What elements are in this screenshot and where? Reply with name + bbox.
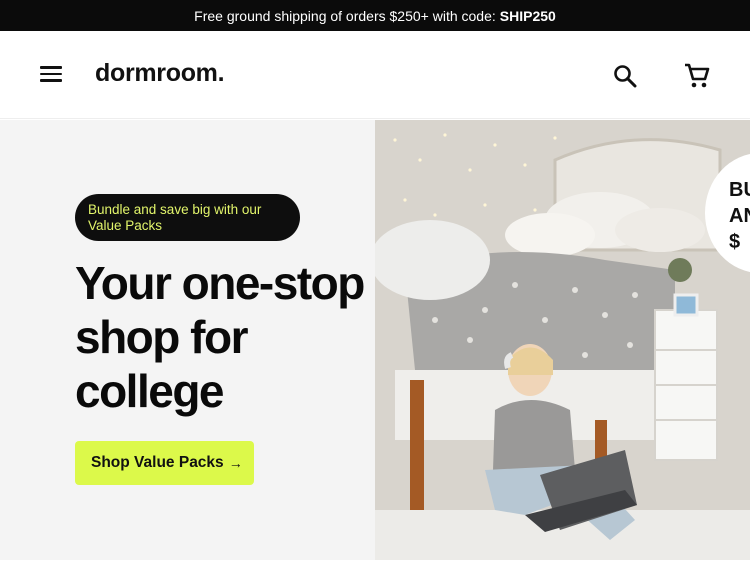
promo-text: Free ground shipping of orders $250+ wit… xyxy=(194,7,496,24)
value-pack-badge: Bundle and save big with our Value Packs xyxy=(75,194,300,241)
cta-label: Shop Value Packs xyxy=(91,454,224,471)
dorm-room-illustration xyxy=(375,120,750,560)
hero-text-panel: Bundle and save big with our Value Packs… xyxy=(0,120,375,560)
shopping-cart-icon[interactable] xyxy=(683,62,711,90)
dorm-room-photo: BU ANI $ xyxy=(375,120,750,560)
sticker-line: ANI xyxy=(729,205,750,227)
promo-code: SHIP250 xyxy=(499,7,556,24)
hero-section: Bundle and save big with our Value Packs… xyxy=(0,120,750,560)
search-icon[interactable] xyxy=(612,63,638,89)
sticker-line: BU xyxy=(729,179,750,201)
site-logo[interactable]: dormroom. xyxy=(95,59,225,88)
sticker-line: $ xyxy=(729,231,741,253)
arrow-right-icon: → xyxy=(228,455,243,471)
promo-bar: Free ground shipping of orders $250+ wit… xyxy=(0,0,750,31)
shop-value-packs-button[interactable]: Shop Value Packs → xyxy=(75,441,254,485)
hero-headline: Your one-stop shop for college xyxy=(75,257,365,417)
site-header: dormroom. xyxy=(0,31,750,119)
hamburger-menu-icon[interactable] xyxy=(40,63,64,85)
